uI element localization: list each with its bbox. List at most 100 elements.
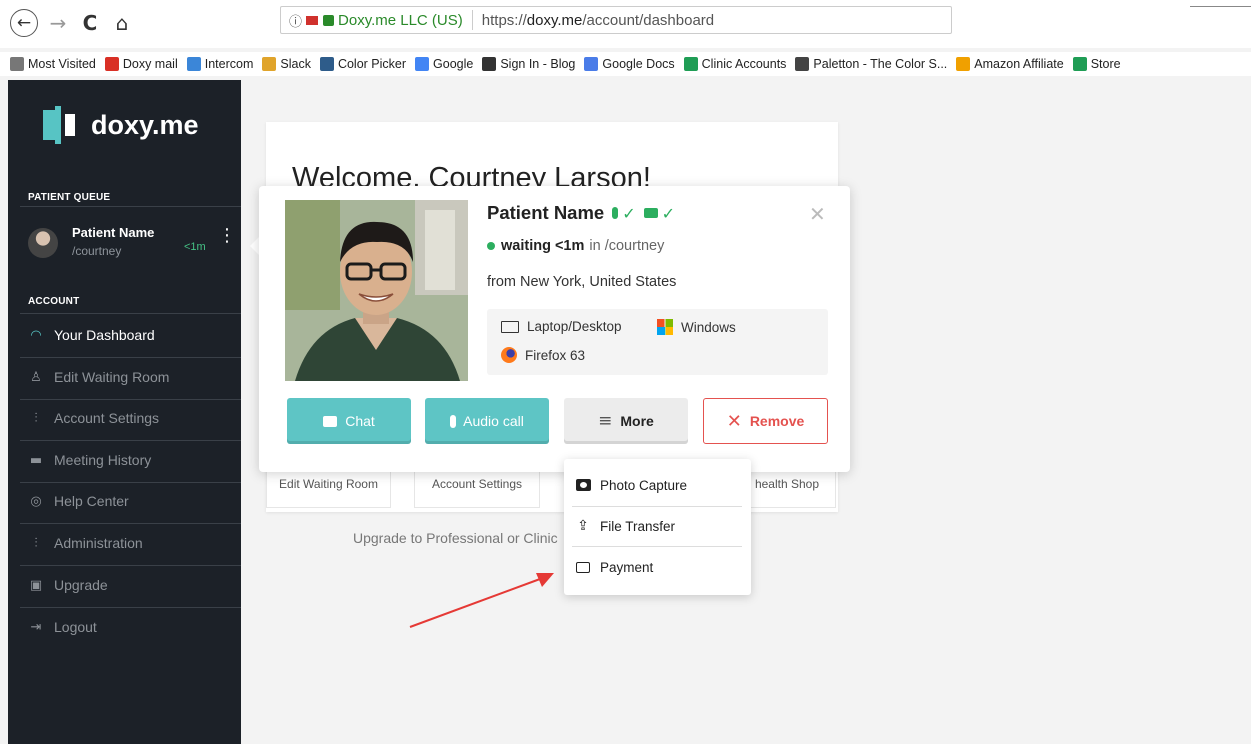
bookmark-label: Paletton - The Color S...: [813, 57, 948, 71]
bookmark-item[interactable]: Sign In - Blog: [482, 57, 575, 71]
sidebar-item-meeting-history[interactable]: ▬ Meeting History: [28, 445, 151, 475]
chat-button[interactable]: Chat: [287, 398, 411, 444]
camera-check-icon: ✓: [661, 203, 676, 223]
video-camera-icon: [643, 208, 658, 218]
dashboard-icon: ◠: [30, 327, 42, 343]
bookmark-item[interactable]: Slack: [262, 57, 311, 71]
close-icon[interactable]: ✕: [809, 202, 826, 226]
site-identity: Doxy.me LLC (US): [338, 11, 463, 29]
url-separator: [471, 10, 473, 30]
patient-room: /courtney: [72, 244, 122, 258]
sidebar-divider: [20, 607, 241, 608]
sidebar-divider: [20, 440, 241, 441]
lock-icon: [323, 14, 335, 26]
reload-button[interactable]: C: [76, 9, 104, 37]
url-domain: doxy.me: [526, 11, 583, 29]
browser-nav: ← → C ⌂: [10, 8, 136, 38]
info-icon[interactable]: ⓘ: [289, 11, 302, 30]
more-button[interactable]: ≡ More: [564, 398, 688, 444]
sidebar-item-label: Help Center: [54, 493, 129, 509]
bookmark-icon: [186, 57, 201, 71]
logo-text: doxy.me: [91, 109, 199, 140]
audio-call-button[interactable]: Audio call: [425, 398, 549, 444]
popover-name-text: Patient Name: [487, 202, 605, 223]
upload-icon: ⇪: [577, 518, 589, 534]
bookmark-item[interactable]: Google: [415, 57, 473, 71]
sidebar-item-label: Meeting History: [54, 452, 152, 468]
bookmark-item[interactable]: Amazon Affiliate: [956, 57, 1064, 71]
kebab-menu-icon[interactable]: ⋮: [218, 227, 236, 245]
url-path: /account/dashboard: [582, 11, 715, 29]
doxy-logo[interactable]: doxy.me: [43, 106, 199, 144]
sidebar-item-account-settings[interactable]: ⫶ Account Settings: [28, 403, 159, 433]
os-text: Windows: [681, 319, 736, 335]
patient-popover: Patient Name ✓ ✓ ✕ waiting <1m in /court…: [259, 186, 850, 472]
bookmark-item[interactable]: Clinic Accounts: [683, 57, 787, 71]
patient-photo: [285, 200, 468, 381]
audio-call-button-label: Audio call: [463, 413, 524, 429]
mic-check-icon: ✓: [622, 203, 636, 223]
forward-button[interactable]: →: [44, 9, 72, 37]
sidebar-item-edit-waiting-room[interactable]: ♙ Edit Waiting Room: [28, 362, 169, 392]
bookmark-item[interactable]: Doxy mail: [104, 57, 178, 71]
remove-button[interactable]: ✕ Remove: [703, 398, 828, 444]
lifebuoy-icon: ◎: [30, 493, 42, 509]
account-divider: [20, 313, 241, 314]
menu-item-file-transfer[interactable]: ⇪ File Transfer: [574, 511, 742, 541]
sidebar-item-label: Logout: [54, 619, 97, 635]
chat-button-label: Chat: [345, 413, 375, 429]
logout-icon: ⇥: [30, 619, 42, 635]
status-prefix: waiting: [501, 238, 551, 254]
browser-info: Firefox 63: [501, 347, 585, 363]
bookmark-label: Doxy mail: [122, 57, 178, 71]
bookmark-item[interactable]: Most Visited: [10, 57, 96, 71]
menu-item-payment[interactable]: Payment: [574, 552, 742, 582]
microphone-icon: [612, 207, 619, 219]
bookmark-icon: [795, 57, 810, 71]
url-bar[interactable]: ⓘ Doxy.me LLC (US) https://doxy.me/accou…: [280, 6, 952, 34]
bookmark-item[interactable]: Intercom: [186, 57, 253, 71]
sliders-icon: ⫶: [34, 410, 38, 426]
device-info-box: Laptop/Desktop Windows Firefox 63: [487, 309, 828, 375]
waiting-status: waiting <1m in /courtney: [487, 238, 664, 254]
back-button[interactable]: ←: [10, 9, 38, 37]
sidebar-item-administration[interactable]: ⫶ Administration: [28, 528, 142, 558]
wallet-icon: ▣: [29, 577, 43, 593]
patient-queue-item[interactable]: Patient Name /courtney <1m ⋮: [28, 220, 236, 270]
laptop-icon: [501, 320, 519, 333]
menu-divider: [572, 546, 742, 547]
bookmark-item[interactable]: Store: [1072, 57, 1121, 71]
sidebar-item-logout[interactable]: ⇥ Logout: [28, 612, 97, 642]
status-dot-icon: [487, 242, 495, 250]
sidebar: doxy.me PATIENT QUEUE Patient Name /cour…: [8, 80, 241, 744]
bookmark-item[interactable]: Google Docs: [584, 57, 675, 71]
payment-label: Payment: [600, 559, 654, 575]
sidebar-divider: [20, 482, 241, 483]
status-room: in /courtney: [589, 238, 665, 254]
bookmark-item[interactable]: Paletton - The Color S...: [795, 57, 947, 71]
upgrade-text[interactable]: Upgrade to Professional or Clinic: [353, 530, 558, 546]
microphone-icon: [450, 414, 457, 428]
menu-item-photo-capture[interactable]: Photo Capture: [574, 470, 742, 500]
menu-divider: [572, 506, 742, 507]
bookmark-icon: [10, 57, 24, 71]
bookmark-label: Google: [433, 57, 474, 71]
sidebar-item-help-center[interactable]: ◎ Help Center: [28, 486, 129, 516]
sidebar-item-label: Account Settings: [54, 410, 160, 426]
bookmark-icon: [319, 57, 334, 71]
bookmark-label: Sign In - Blog: [500, 57, 576, 71]
bookmark-item[interactable]: Color Picker: [319, 57, 406, 71]
firefox-icon: [501, 347, 517, 363]
status-time: <1m: [554, 238, 585, 254]
camera-permission-icon[interactable]: [306, 15, 319, 25]
bookmark-label: Clinic Accounts: [701, 57, 787, 71]
home-button[interactable]: ⌂: [108, 9, 136, 37]
device-type: Laptop/Desktop: [501, 319, 622, 334]
more-button-label: More: [620, 413, 654, 429]
dropdown-pointer: [618, 450, 636, 459]
patient-name: Patient Name: [72, 225, 155, 240]
sidebar-item-your-dashboard[interactable]: ◠ Your Dashboard: [28, 320, 154, 350]
url-text[interactable]: https://doxy.me/account/dashboard: [482, 12, 714, 29]
sidebar-item-upgrade[interactable]: ▣ Upgrade: [28, 570, 108, 600]
sliders-icon: ⫶: [34, 535, 38, 551]
